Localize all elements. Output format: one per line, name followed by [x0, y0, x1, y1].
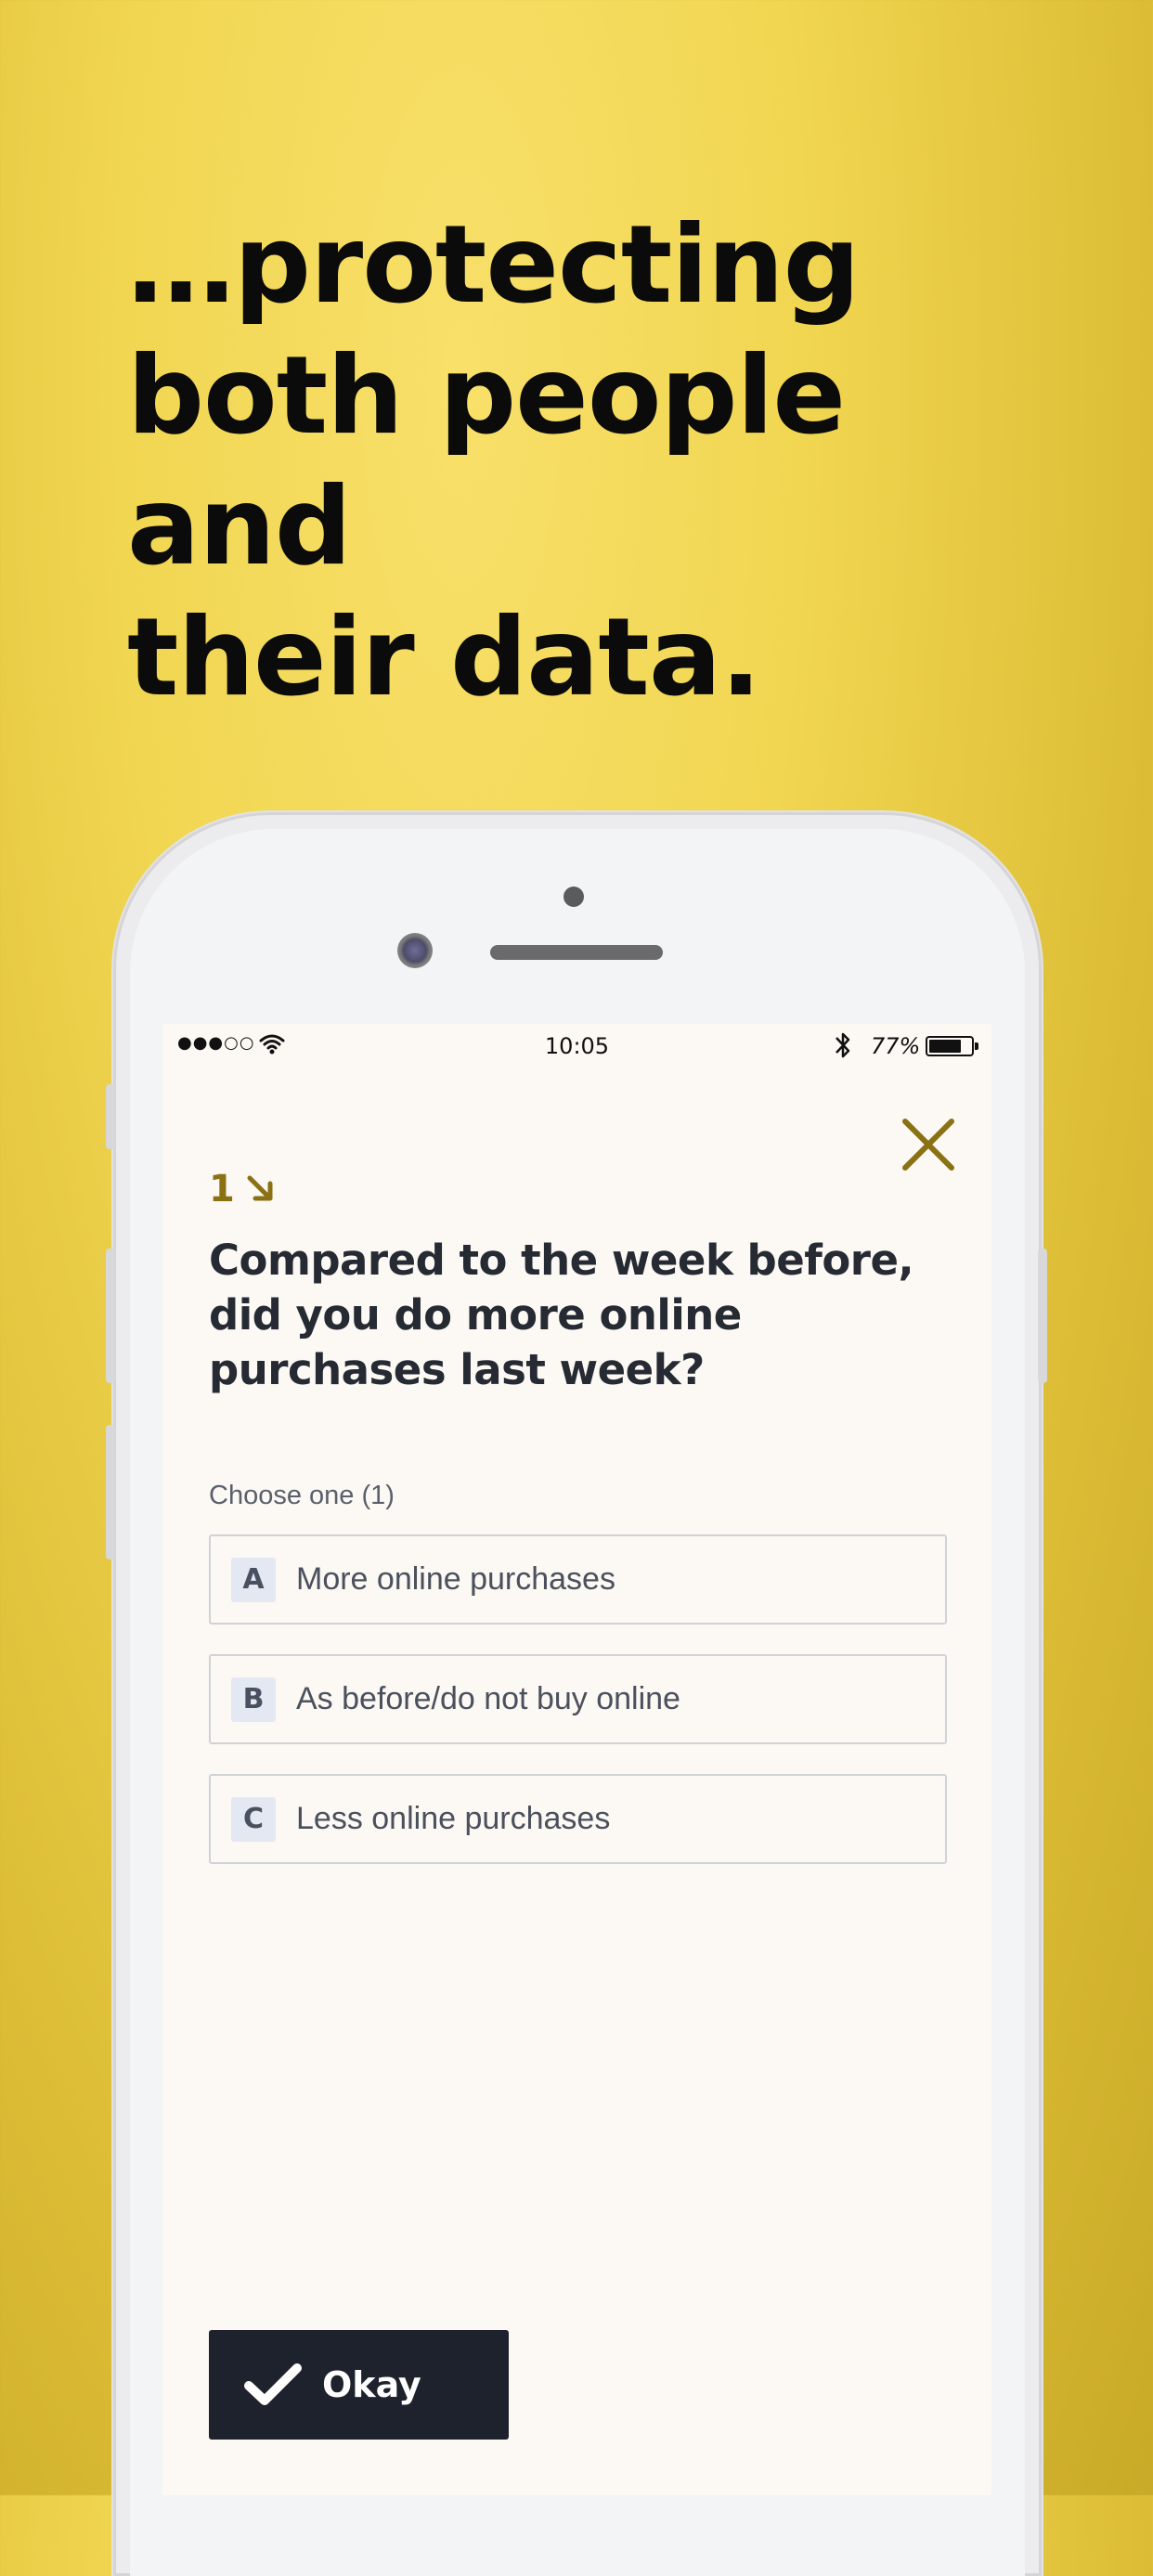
option-key: A [231, 1557, 276, 1602]
question-number: 1 [209, 1168, 278, 1210]
phone-volume-up [106, 1249, 115, 1383]
earpiece-speaker [490, 945, 663, 960]
check-icon [244, 2363, 302, 2405]
question-text: Compared to the week before, did you do … [209, 1236, 914, 1394]
answer-options: A More online purchases B As before/do n… [209, 1534, 947, 1894]
status-time: 10:05 [544, 1033, 610, 1059]
close-button[interactable] [896, 1112, 961, 1177]
battery-icon [926, 1036, 978, 1056]
option-c[interactable]: C Less online purchases [209, 1774, 947, 1864]
option-b[interactable]: B As before/do not buy online [209, 1654, 947, 1744]
option-label: Less online purchases [296, 1801, 611, 1836]
battery-percentage: 77% [871, 1033, 921, 1059]
choose-instruction: Choose one (1) [209, 1481, 395, 1510]
proximity-sensor [564, 887, 584, 907]
okay-button-label: Okay [322, 2364, 421, 2405]
option-label: As before/do not buy online [296, 1681, 680, 1716]
close-icon [902, 1119, 954, 1171]
okay-button[interactable]: Okay [209, 2330, 509, 2440]
arrow-down-right-icon [247, 1175, 273, 1201]
question-number-text: 1 [209, 1168, 235, 1210]
front-camera [397, 933, 433, 968]
option-a[interactable]: A More online purchases [209, 1534, 947, 1625]
headline-line-1: …protecting [127, 202, 861, 328]
option-label: More online purchases [296, 1561, 615, 1597]
option-key: C [231, 1796, 276, 1842]
status-bar: ●●●○○ 10:05 77% [162, 1024, 991, 1068]
bluetooth-icon [833, 1029, 853, 1067]
headline-line-2: both people and [127, 333, 846, 589]
battery-fill [929, 1040, 961, 1053]
battery-nub [975, 1042, 978, 1050]
option-key: B [231, 1676, 276, 1722]
phone-screen: ●●●○○ 10:05 77% 1 Compared to the week b… [162, 1024, 991, 2495]
headline-line-3: their data. [127, 595, 761, 720]
phone-mute-switch [106, 1084, 115, 1149]
phone-power-button [1038, 1249, 1047, 1383]
phone-volume-down [106, 1425, 115, 1560]
headline: …protecting both people and their data. [127, 200, 1056, 723]
